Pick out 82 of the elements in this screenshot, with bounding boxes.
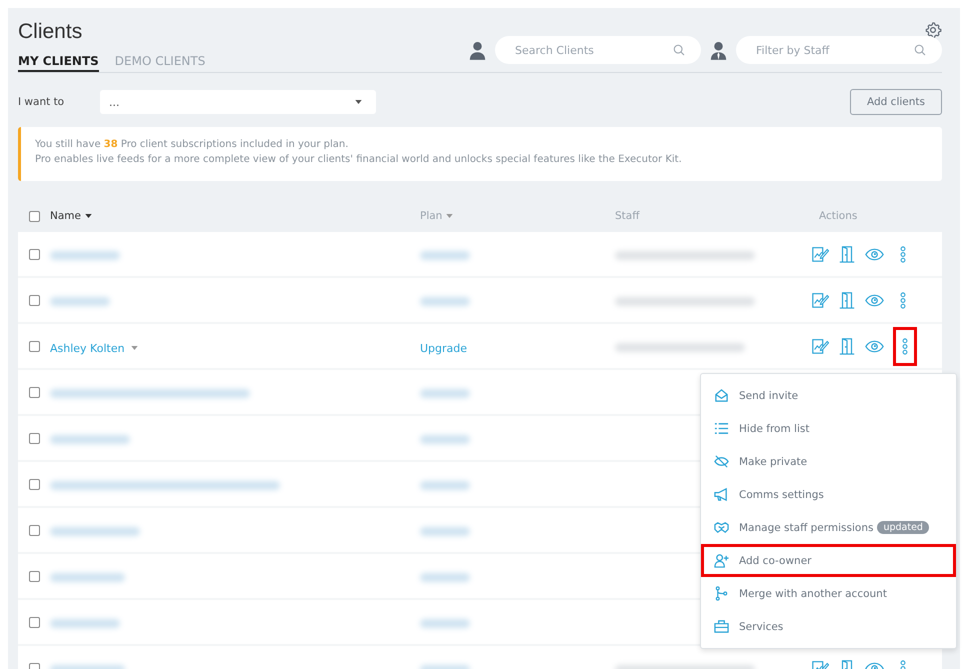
- report-edit-icon[interactable]: [811, 337, 829, 355]
- row-checkbox[interactable]: [28, 248, 40, 260]
- report-edit-icon[interactable]: [811, 291, 829, 309]
- blurred-plan: [420, 434, 470, 444]
- menu-item-label: Add co-owner: [739, 554, 812, 566]
- menu-item[interactable]: Comms settings: [701, 478, 956, 511]
- blurred-plan: [420, 388, 470, 398]
- person-icon: [469, 40, 486, 60]
- menu-item[interactable]: Services: [701, 610, 956, 643]
- search-icon: [914, 44, 926, 56]
- kebab-icon: [900, 246, 906, 262]
- door-icon[interactable]: [838, 245, 856, 263]
- menu-item[interactable]: Make private: [701, 445, 956, 478]
- menu-item[interactable]: Add co-owner: [701, 544, 956, 577]
- menu-item[interactable]: Merge with another account: [701, 577, 956, 610]
- blurred-plan: [420, 250, 470, 260]
- envelope-icon: [714, 388, 729, 403]
- staff-filter-field[interactable]: Filter by Staff: [736, 36, 942, 64]
- menu-item[interactable]: Hide from list: [701, 412, 956, 445]
- notice-text: Pro enables live feeds for a more complete view of your clients' financial world and unlocks special features like the Executor Kit.: [35, 153, 683, 167]
- handshake-icon: [714, 520, 729, 535]
- megaphone-icon: [714, 487, 729, 502]
- door-icon[interactable]: [838, 337, 856, 355]
- caret-icon: [84, 214, 92, 218]
- column-header: Actions: [819, 210, 858, 222]
- eye-icon[interactable]: [865, 294, 884, 306]
- staff-person-icon: [710, 40, 727, 60]
- updated-badge: updated: [877, 521, 929, 534]
- blurred-plan: [420, 526, 470, 536]
- row-checkbox[interactable]: [28, 616, 40, 628]
- door-icon[interactable]: [838, 291, 856, 309]
- eye-icon[interactable]: [865, 340, 884, 352]
- menu-item[interactable]: Send invite: [701, 379, 956, 412]
- menu-item-label: Manage staff permissions: [739, 522, 874, 534]
- caret-icon: [355, 100, 362, 104]
- blurred-plan: [420, 618, 470, 628]
- row-checkbox[interactable]: [28, 340, 40, 352]
- briefcase-icon: [714, 619, 729, 634]
- kebab-icon: [900, 292, 906, 308]
- kebab-icon: [902, 338, 908, 354]
- list-icon: [714, 421, 729, 436]
- search-field[interactable]: Search Clients: [495, 36, 701, 64]
- menu-item-label: Send invite: [739, 390, 798, 402]
- settings-icon[interactable]: [924, 21, 942, 39]
- add-person-icon: [714, 553, 729, 568]
- sort-header[interactable]: Name: [50, 210, 92, 222]
- row-checkbox[interactable]: [28, 432, 40, 444]
- caret-icon: [130, 346, 138, 350]
- select-all-checkbox[interactable]: [28, 210, 40, 222]
- caret-icon: [446, 214, 454, 218]
- action-label: I want to: [18, 96, 66, 108]
- blurred-plan: [420, 296, 470, 306]
- blurred-plan: [420, 572, 470, 582]
- notice-text: You still have 38 Pro client subscriptions included in your plan.: [35, 138, 350, 152]
- client-name-link[interactable]: Ashley Kolten: [50, 342, 138, 354]
- action-dropdown[interactable]: ...: [100, 90, 376, 114]
- menu-item-label: Hide from list: [739, 422, 810, 434]
- blurred-plan: [420, 480, 470, 490]
- add-clients-button[interactable]: Add clients: [850, 89, 942, 115]
- blurred-name: [50, 296, 110, 306]
- menu-item[interactable]: Manage staff permissions updated: [701, 511, 956, 544]
- merge-icon: [714, 586, 729, 601]
- menu-item-label: Services: [739, 620, 784, 632]
- eye-icon[interactable]: [865, 248, 884, 260]
- row-checkbox[interactable]: [28, 294, 40, 306]
- menu-item-label: Merge with another account: [739, 588, 887, 600]
- upgrade-link[interactable]: Upgrade: [420, 342, 468, 354]
- blurred-name: [50, 250, 120, 260]
- report-edit-icon[interactable]: [811, 245, 829, 263]
- column-header: Staff: [615, 210, 640, 222]
- eye-off-icon: [714, 454, 729, 469]
- row-checkbox[interactable]: [28, 386, 40, 398]
- tab[interactable]: MY CLIENTS: [18, 54, 99, 72]
- search-icon: [673, 44, 685, 56]
- page-title: Clients: [18, 20, 82, 44]
- row-checkbox[interactable]: [28, 524, 40, 536]
- blurred-name: [50, 618, 120, 628]
- more-button[interactable]: [893, 326, 917, 366]
- row-checkbox[interactable]: [28, 478, 40, 490]
- menu-item-label: Make private: [739, 456, 808, 468]
- menu-item-label: Comms settings: [739, 488, 824, 500]
- row-checkbox[interactable]: [28, 570, 40, 582]
